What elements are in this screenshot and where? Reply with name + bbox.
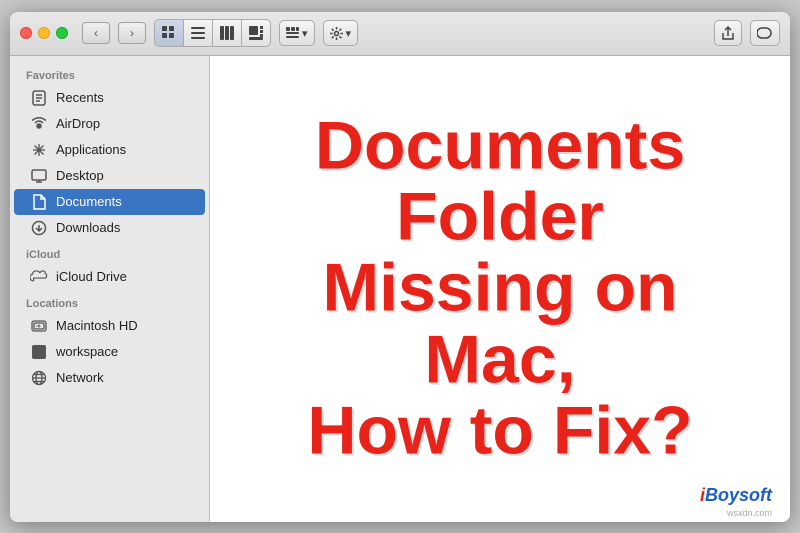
favorites-section-label: Favorites [10, 62, 209, 85]
overlay-line2: Missing on Mac, [322, 250, 677, 397]
back-button[interactable]: ‹ [82, 22, 110, 44]
view-gallery-button[interactable] [242, 20, 270, 46]
sidebar-item-desktop[interactable]: Desktop [14, 163, 205, 189]
view-icons-button[interactable] [155, 20, 184, 46]
sidebar-item-downloads[interactable]: Downloads [14, 215, 205, 241]
group-sort-button[interactable]: ▾ [279, 20, 315, 46]
icloud-drive-icon [30, 268, 48, 286]
applications-icon [30, 141, 48, 159]
airdrop-label: AirDrop [56, 116, 100, 131]
macintosh-hd-icon [30, 317, 48, 335]
forward-icon: › [130, 26, 134, 40]
brand-suffix: Boysoft [705, 485, 772, 505]
share-icon [721, 25, 735, 41]
sidebar: Favorites Recents [10, 56, 210, 522]
view-columns-button[interactable] [213, 20, 242, 46]
brand-watermark: iBoysoft [700, 485, 772, 506]
view-list-button[interactable] [184, 20, 213, 46]
close-button[interactable] [20, 27, 32, 39]
sidebar-item-applications[interactable]: Applications [14, 137, 205, 163]
view-list-icon [191, 26, 205, 40]
gear-icon [330, 27, 343, 40]
sidebar-item-airdrop[interactable]: AirDrop [14, 111, 205, 137]
share-button[interactable] [714, 20, 742, 46]
sidebar-item-workspace[interactable]: workspace [14, 339, 205, 365]
desktop-label: Desktop [56, 168, 104, 183]
recents-icon [30, 89, 48, 107]
wsxdn-watermark: wsxdn.com [727, 508, 772, 518]
overlay-line1: Documents Folder [315, 107, 685, 254]
icloud-drive-label: iCloud Drive [56, 269, 127, 284]
view-toggle-group [154, 19, 271, 47]
desktop-icon [30, 167, 48, 185]
icloud-section-label: iCloud [10, 241, 209, 264]
sidebar-item-recents[interactable]: Recents [14, 85, 205, 111]
back-icon: ‹ [94, 26, 98, 40]
main-area: Favorites Recents [10, 56, 790, 522]
downloads-icon [30, 219, 48, 237]
macintosh-hd-label: Macintosh HD [56, 318, 138, 333]
overlay-line3: How to Fix? [307, 393, 692, 469]
airdrop-icon [30, 115, 48, 133]
action-button[interactable]: ▾ [323, 20, 359, 46]
titlebar: ‹ › [10, 12, 790, 56]
group-sort-arrow: ▾ [302, 27, 308, 40]
view-icons-icon [162, 26, 176, 40]
overlay-title: Documents Folder Missing on Mac, How to … [239, 110, 761, 467]
sidebar-item-icloud-drive[interactable]: iCloud Drive [14, 264, 205, 290]
group-icon [286, 27, 299, 40]
finder-window: ‹ › [10, 12, 790, 522]
traffic-lights [20, 27, 68, 39]
network-icon [30, 369, 48, 387]
tag-icon [757, 26, 773, 40]
documents-label: Documents [56, 194, 122, 209]
maximize-button[interactable] [56, 27, 68, 39]
network-label: Network [56, 370, 104, 385]
documents-icon [30, 193, 48, 211]
view-columns-icon [220, 26, 234, 40]
downloads-label: Downloads [56, 220, 120, 235]
forward-button[interactable]: › [118, 22, 146, 44]
overlay-text: Documents Folder Missing on Mac, How to … [239, 110, 761, 467]
tag-button[interactable] [750, 20, 780, 46]
sidebar-item-documents[interactable]: Documents [14, 189, 205, 215]
content-area: Documents Folder Missing on Mac, How to … [210, 56, 790, 522]
applications-label: Applications [56, 142, 126, 157]
view-gallery-icon [249, 26, 263, 40]
locations-section-label: Locations [10, 290, 209, 313]
recents-label: Recents [56, 90, 104, 105]
action-arrow: ▾ [346, 27, 352, 40]
sidebar-item-macintosh-hd[interactable]: Macintosh HD [14, 313, 205, 339]
minimize-button[interactable] [38, 27, 50, 39]
sidebar-item-network[interactable]: Network [14, 365, 205, 391]
workspace-label: workspace [56, 344, 118, 359]
workspace-icon [30, 343, 48, 361]
